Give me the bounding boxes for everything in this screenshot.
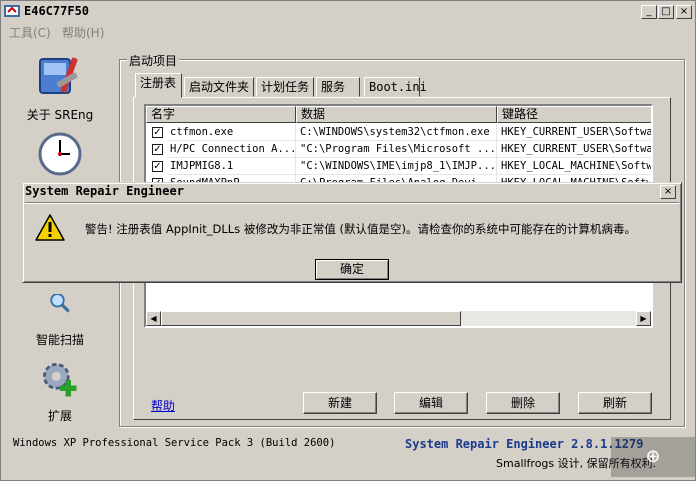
- edit-button[interactable]: 编辑: [394, 392, 468, 414]
- clock-icon: [38, 132, 82, 176]
- nav-about-label: 关于 SREng: [26, 108, 94, 122]
- dialog-divider: [25, 202, 679, 204]
- nav-extend[interactable]: 扩展: [15, 358, 105, 424]
- cell-path: HKEY_CURRENT_USER\Softwar: [497, 141, 651, 158]
- table-row[interactable]: ✓ ctfmon.exe C:\WINDOWS\system32\ctfmon.…: [146, 124, 651, 141]
- warning-dialog: System Repair Engineer × 警告! 注册表值 AppIni…: [22, 182, 682, 283]
- refresh-button[interactable]: 刷新: [578, 392, 652, 414]
- delete-button[interactable]: 删除: [486, 392, 560, 414]
- menu-bar: 工具(C) 帮助(H): [1, 22, 695, 41]
- row-checkbox[interactable]: ✓: [152, 127, 163, 138]
- column-header-name[interactable]: 名字: [146, 106, 296, 123]
- tab-boot-ini[interactable]: Boot.ini: [364, 77, 427, 97]
- cell-data: C:\WINDOWS\system32\ctfmon.exe: [296, 124, 497, 141]
- menu-help[interactable]: 帮助(H): [62, 24, 104, 41]
- cell-path: HKEY_LOCAL_MACHINE\Softwa: [497, 158, 651, 175]
- dialog-close-button[interactable]: ×: [660, 185, 676, 199]
- dialog-title: System Repair Engineer: [25, 184, 184, 198]
- toolbox-icon: [39, 57, 78, 94]
- tab-services[interactable]: 服务: [316, 77, 360, 97]
- cell-name: IMJPMIG8.1: [168, 158, 296, 175]
- status-bar: Windows XP Professional Service Pack 3 (…: [1, 433, 695, 481]
- list-header: 名字 数据 键路径: [146, 106, 651, 123]
- table-row[interactable]: ✓ IMJPMIG8.1 "C:\WINDOWS\IME\imjp8_1\IMJ…: [146, 158, 651, 175]
- scroll-right-icon[interactable]: ▶: [636, 311, 651, 326]
- gear-plus-icon: [43, 363, 77, 397]
- row-checkbox[interactable]: ✓: [152, 161, 163, 172]
- tab-registry[interactable]: 注册表: [135, 73, 182, 98]
- ok-button[interactable]: 确定: [315, 259, 389, 280]
- close-button[interactable]: ×: [676, 5, 692, 19]
- product-brand: System Repair Engineer 2.8.1.1279: [405, 437, 644, 451]
- column-header-path[interactable]: 键路径: [497, 106, 651, 123]
- row-checkbox[interactable]: ✓: [152, 144, 163, 155]
- new-button[interactable]: 新建: [303, 392, 377, 414]
- window-title: E46C77F50: [24, 4, 90, 18]
- nav-smart-scan[interactable]: 智能扫描: [15, 280, 105, 348]
- magnifier-icon: [50, 293, 70, 313]
- help-link[interactable]: 帮助: [151, 397, 175, 414]
- cell-path: HKEY_CURRENT_USER\Softwar: [497, 124, 651, 141]
- scroll-left-icon[interactable]: ◀: [146, 311, 161, 326]
- horizontal-scrollbar[interactable]: ◀ ▶: [146, 311, 651, 326]
- minimize-button[interactable]: _: [641, 5, 657, 19]
- warning-icon: [35, 214, 65, 241]
- app-icon: [4, 5, 20, 17]
- group-title: 启动项目: [127, 52, 180, 69]
- title-bar[interactable]: E46C77F50 _ □ ×: [1, 1, 695, 22]
- watermark-logo: ⊕: [611, 437, 695, 477]
- os-version: Windows XP Professional Service Pack 3 (…: [13, 437, 336, 449]
- tab-scheduled-tasks[interactable]: 计划任务: [256, 77, 314, 97]
- dialog-message: 警告! 注册表值 AppInit_DLLs 被修改为非正常值 (默认值是空)。请…: [85, 222, 636, 236]
- nav-about[interactable]: 关于 SREng: [15, 53, 105, 123]
- menu-tools[interactable]: 工具(C): [9, 24, 51, 41]
- cell-name: H/PC Connection A...: [168, 141, 296, 158]
- nav-schedule[interactable]: [15, 128, 105, 179]
- nav-extend-label: 扩展: [47, 409, 72, 423]
- cell-data: "C:\WINDOWS\IME\imjp8_1\IMJP...: [296, 158, 497, 175]
- cell-name: ctfmon.exe: [168, 124, 296, 141]
- table-row[interactable]: ✓ H/PC Connection A... "C:\Program Files…: [146, 141, 651, 158]
- column-header-data[interactable]: 数据: [296, 106, 497, 123]
- nav-smart-scan-label: 智能扫描: [35, 333, 84, 347]
- maximize-button[interactable]: □: [658, 5, 674, 19]
- cell-data: "C:\Program Files\Microsoft ...: [296, 141, 497, 158]
- tab-startup-folder[interactable]: 启动文件夹: [184, 77, 254, 97]
- scrollbar-thumb[interactable]: [161, 311, 461, 326]
